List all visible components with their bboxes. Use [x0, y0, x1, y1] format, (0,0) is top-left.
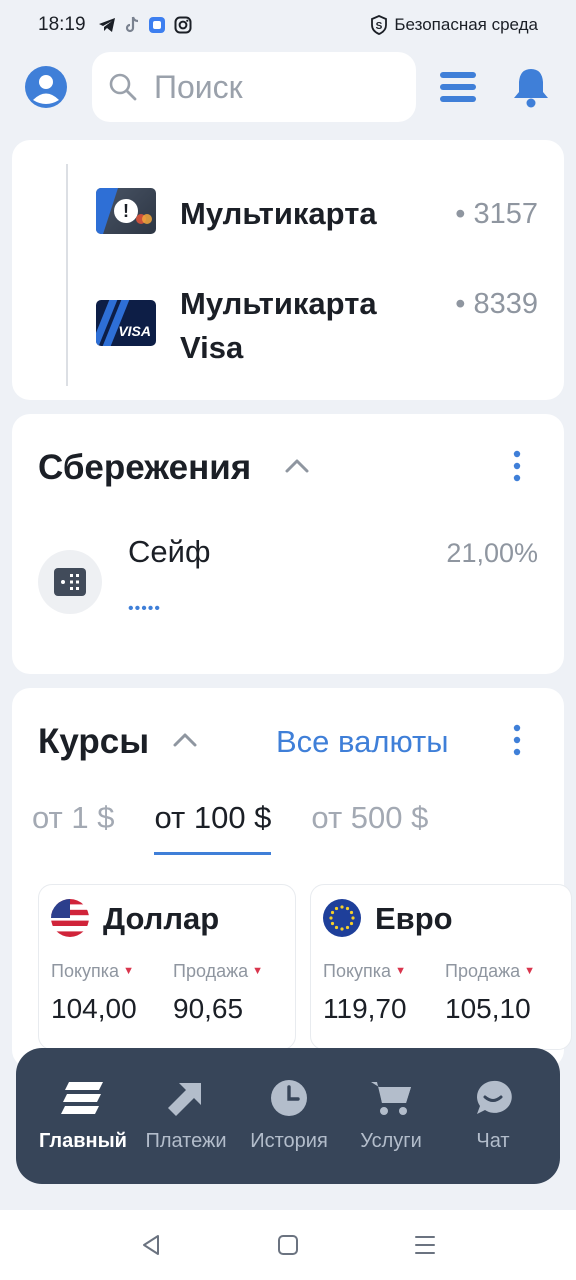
account-number: • 8339	[455, 288, 538, 320]
safe-icon	[38, 550, 102, 614]
tiktok-icon	[125, 16, 138, 33]
savings-item-name: Сейф	[128, 534, 211, 569]
chevron-up-icon[interactable]	[284, 456, 310, 474]
svg-text:S: S	[376, 21, 383, 32]
status-time: 18:19	[38, 14, 86, 35]
nav-label: Чат	[476, 1130, 510, 1152]
menu-icon[interactable]	[438, 70, 478, 104]
back-icon[interactable]	[140, 1234, 162, 1256]
status-icons	[98, 16, 192, 34]
tab-from-100[interactable]: от 100 $	[154, 800, 272, 855]
search-input[interactable]: Поиск	[92, 52, 416, 122]
clock-icon	[270, 1078, 308, 1118]
bottom-nav: Главный Платежи История Услуги Чат	[16, 1048, 560, 1184]
card-thumbnail: VISA	[96, 300, 156, 346]
nav-label: Услуги	[360, 1130, 422, 1152]
buy-rate: 104,00	[51, 993, 137, 1024]
home-stack-icon	[61, 1078, 105, 1118]
sell-label: Продажа ▼	[173, 961, 264, 981]
shield-icon: S	[371, 15, 388, 35]
sell-rate: 90,65	[173, 993, 244, 1024]
telegram-icon	[98, 18, 115, 32]
instagram-icon	[174, 16, 192, 34]
buy-label: Покупка ▼	[323, 961, 406, 981]
account-name: Мультикарта Visa	[180, 286, 377, 365]
nav-services[interactable]: Услуги	[336, 1078, 446, 1153]
search-placeholder: Поиск	[154, 68, 243, 105]
savings-item-rate: 21,00%	[446, 538, 538, 568]
chevron-up-icon[interactable]	[172, 730, 198, 748]
rates-tabs: от 1 $ от 100 $ от 500 $	[32, 800, 428, 855]
tab-from-500[interactable]: от 500 $	[311, 800, 428, 855]
arrow-up-right-icon	[167, 1078, 205, 1118]
cards-divider	[66, 164, 68, 386]
down-arrow-icon: ▼	[524, 965, 536, 977]
rates-title: Курсы	[38, 722, 150, 761]
system-nav-bar	[0, 1210, 576, 1280]
down-arrow-icon: ▼	[252, 965, 264, 977]
down-arrow-icon: ▼	[395, 965, 406, 977]
nav-payments[interactable]: Платежи	[131, 1078, 241, 1153]
card-thumbnail: !	[96, 188, 156, 234]
savings-section: Сбережения Сейф ••••• 21,00%	[12, 414, 564, 674]
bell-icon[interactable]	[512, 66, 550, 108]
more-vertical-icon[interactable]	[510, 450, 524, 482]
profile-avatar-icon[interactable]	[24, 65, 68, 109]
top-bar: Поиск	[0, 50, 576, 126]
safe-env-label: Безопасная среда	[394, 15, 538, 34]
rates-section: Курсы Все валюты от 1 $ от 100 $ от 500 …	[12, 688, 572, 1068]
search-icon	[109, 73, 137, 101]
rate-card-eur[interactable]: Евро Покупка ▼ Продажа ▼ 119,70 105,10	[310, 884, 572, 1050]
currency-name: Евро	[375, 901, 453, 936]
eu-flag-icon	[323, 899, 361, 937]
buy-label: Покупка ▼	[51, 961, 134, 981]
nav-label: История	[250, 1130, 328, 1152]
down-arrow-icon: ▼	[123, 965, 134, 977]
safe-env-indicator: S Безопасная среда	[370, 15, 538, 35]
account-number: • 3157	[455, 198, 538, 230]
nav-home[interactable]: Главный	[28, 1078, 138, 1153]
currency-name: Доллар	[103, 901, 220, 936]
nav-chat[interactable]: Чат	[438, 1078, 548, 1153]
all-currencies-link[interactable]: Все валюты	[276, 724, 449, 760]
sell-rate: 105,10	[445, 993, 531, 1024]
cart-icon	[370, 1078, 412, 1118]
home-icon[interactable]	[277, 1234, 299, 1256]
nav-history[interactable]: История	[234, 1078, 344, 1153]
warning-icon: !	[114, 199, 138, 223]
app-icon	[148, 17, 165, 33]
masked-balance: •••••	[128, 600, 162, 617]
tab-from-1[interactable]: от 1 $	[32, 800, 114, 855]
chat-icon	[473, 1078, 513, 1118]
visa-badge: VISA	[118, 323, 151, 339]
cards-section: ! Мультикарта • 3157 VISA Мультикарта Vi…	[12, 140, 564, 400]
nav-label: Главный	[39, 1130, 127, 1152]
savings-title: Сбережения	[38, 448, 252, 487]
more-vertical-icon[interactable]	[510, 724, 524, 756]
us-flag-icon	[51, 899, 89, 937]
nav-label: Платежи	[145, 1130, 227, 1152]
recents-icon[interactable]	[414, 1234, 436, 1256]
account-name: Мультикарта	[180, 196, 377, 231]
buy-rate: 119,70	[323, 993, 407, 1024]
rate-card-usd[interactable]: Доллар Покупка ▼ Продажа ▼ 104,00 90,65	[38, 884, 296, 1050]
sell-label: Продажа ▼	[445, 961, 536, 981]
status-bar: 18:19 S Безопасная среда	[0, 0, 576, 50]
